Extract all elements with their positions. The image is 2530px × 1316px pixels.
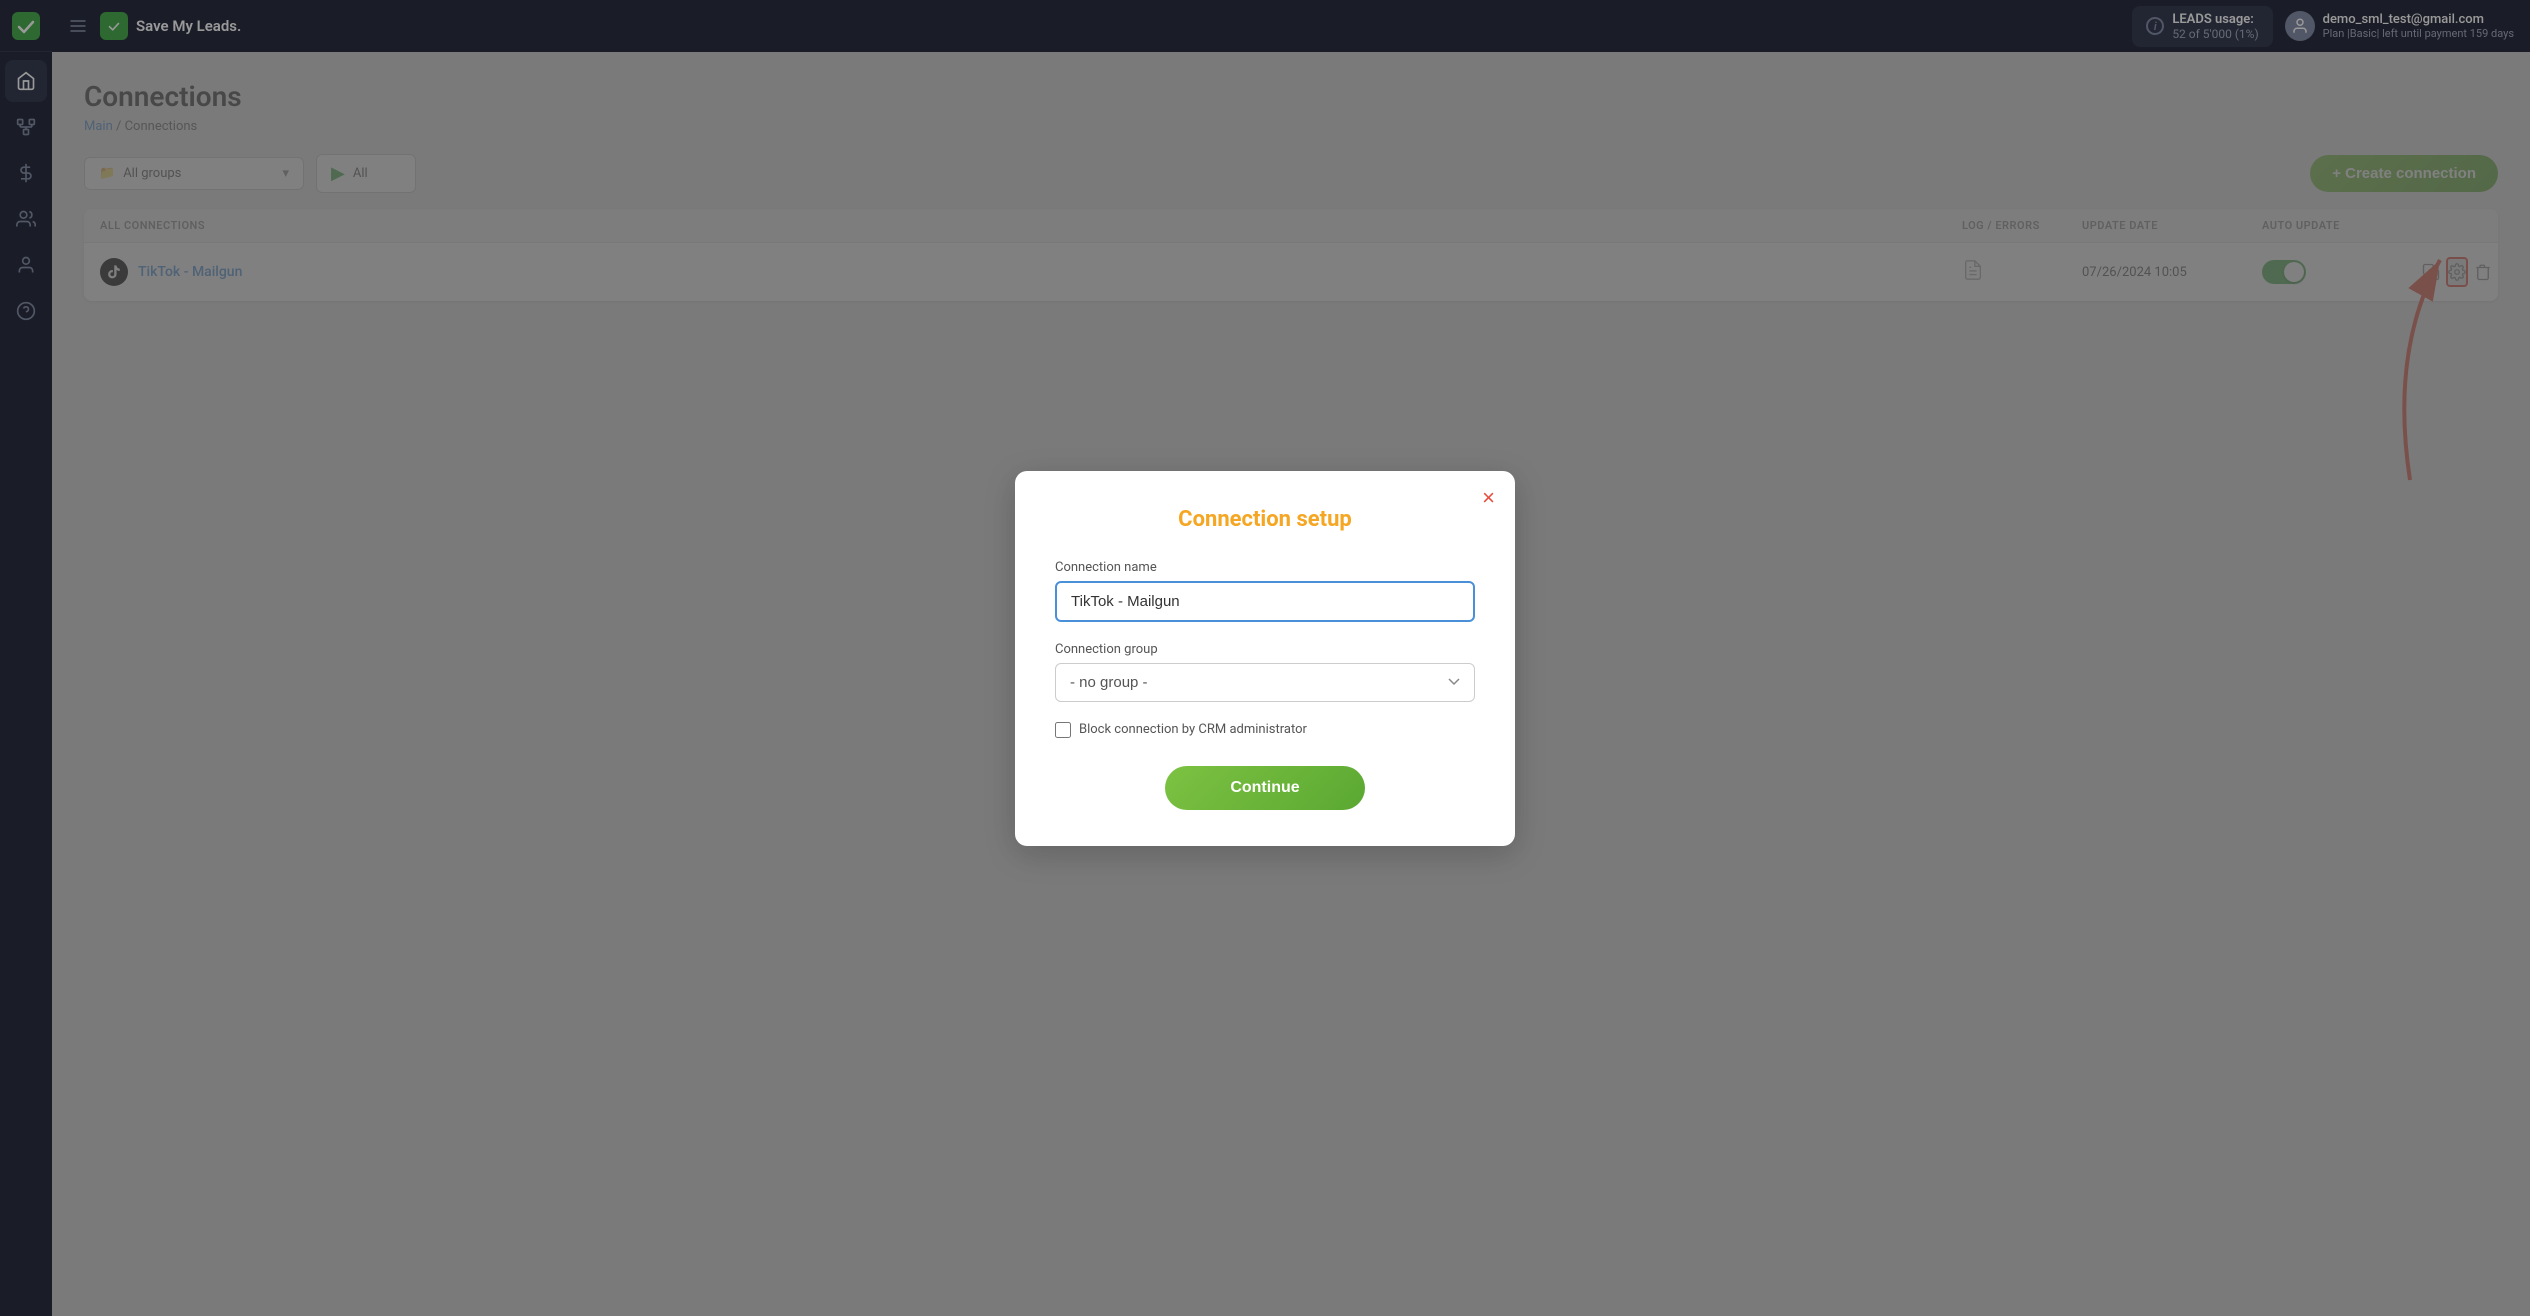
connection-name-label: Connection name — [1055, 560, 1475, 575]
modal-close-button[interactable]: × — [1482, 487, 1495, 509]
modal-title: Connection setup — [1055, 507, 1475, 532]
connection-name-group: Connection name — [1055, 560, 1475, 622]
continue-button[interactable]: Continue — [1165, 766, 1365, 810]
connection-setup-modal: × Connection setup Connection name Conne… — [1015, 471, 1515, 846]
connection-group-group: Connection group - no group - — [1055, 642, 1475, 702]
modal-overlay: × Connection setup Connection name Conne… — [0, 0, 2530, 1316]
block-connection-text: Block connection by CRM administrator — [1079, 722, 1307, 737]
connection-name-input[interactable] — [1055, 581, 1475, 622]
connection-group-select[interactable]: - no group - — [1055, 663, 1475, 702]
connection-group-label: Connection group — [1055, 642, 1475, 657]
block-connection-checkbox[interactable] — [1055, 722, 1071, 738]
block-connection-group: Block connection by CRM administrator — [1055, 722, 1475, 738]
block-connection-label[interactable]: Block connection by CRM administrator — [1055, 722, 1475, 738]
